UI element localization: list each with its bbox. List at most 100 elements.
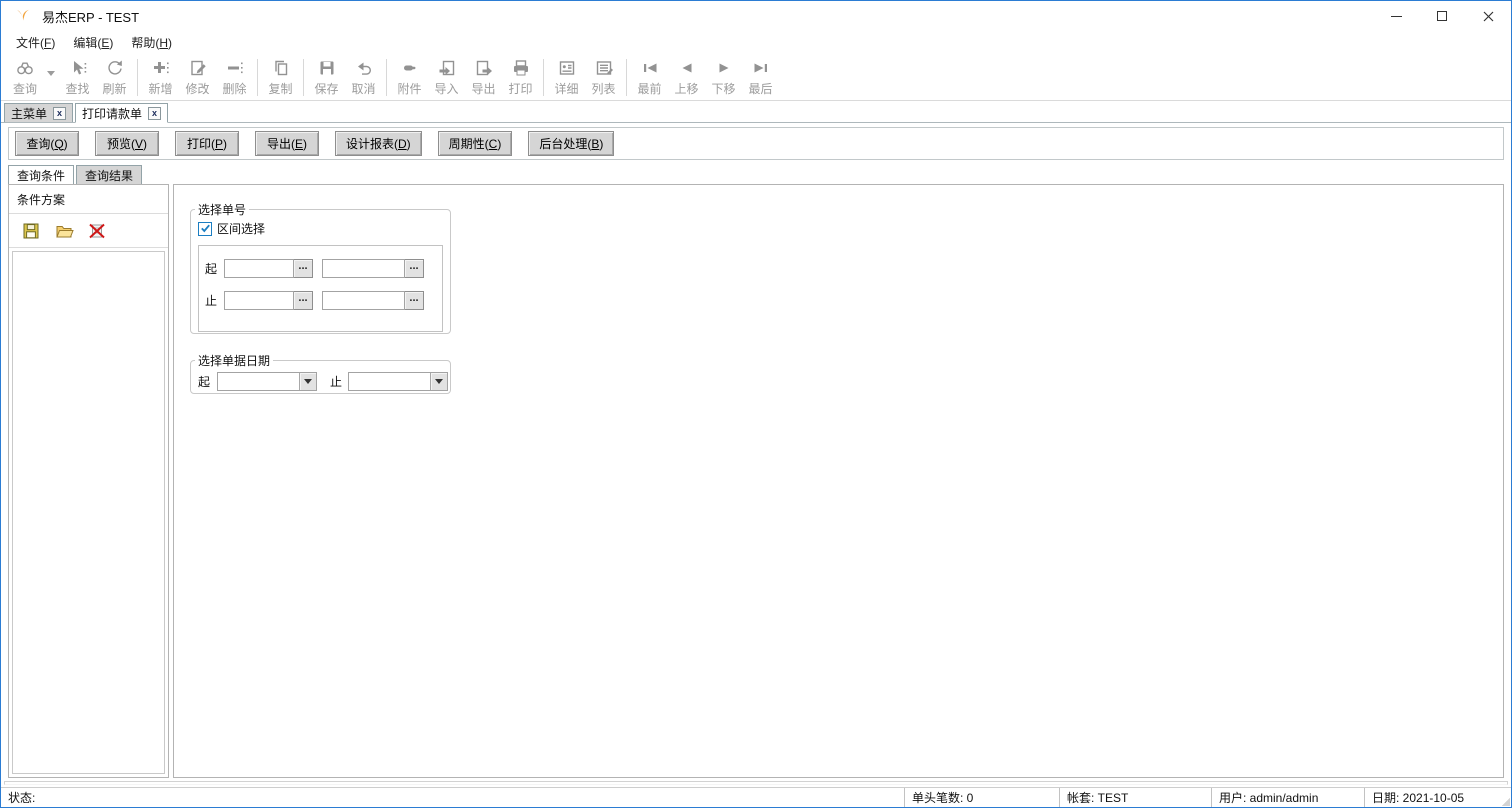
preview-button[interactable]: 预览(V) [95,131,159,156]
order-from-ellipsis-button-2[interactable]: ... [405,259,424,278]
chevron-down-icon [435,379,444,384]
status-divider [4,781,1508,785]
to-label: 止 [205,294,218,308]
toolbar-separator [386,59,387,96]
toolbar-save-button[interactable]: 保存 [308,58,345,97]
date-from-dropdown-button[interactable] [299,373,316,390]
date-from-label: 起 [198,375,211,389]
edit-icon [188,58,208,78]
toolbar-separator [543,59,544,96]
menu-file[interactable]: 文件(F) [7,32,64,53]
list-icon [594,58,614,78]
range-select-checkbox[interactable] [198,221,212,236]
background-process-button[interactable]: 后台处理(B) [528,131,615,156]
date-status: 日期: 2021-10-05 [1364,788,1511,807]
save-scheme-button[interactable] [21,221,41,241]
order-from-input-1[interactable] [224,259,294,278]
app-window: 易杰ERP - TEST 文件(F) 编辑(E) 帮助(H) 查询 查找 刷新 … [0,0,1512,808]
resize-grip[interactable] [1502,798,1510,806]
delete-scheme-button[interactable] [87,221,107,241]
last-icon [751,58,771,78]
export-button[interactable]: 导出(E) [255,131,319,156]
print-icon [511,58,531,78]
order-from-input-2[interactable] [322,259,405,278]
menu-edit[interactable]: 编辑(E) [64,32,122,53]
toolbar-separator [257,59,258,96]
order-to-ellipsis-button-1[interactable]: ... [294,291,313,310]
delete-icon [225,58,245,78]
date-to-dropdown-button[interactable] [430,373,448,390]
query-condition-panel: 选择单号 区间选择 起 ... ... 止 ... ... 选择单据日期 起 止 [173,184,1504,778]
tab-print-payment-request[interactable]: 打印请款单 x [75,103,169,123]
from-label: 起 [205,262,218,276]
toolbar: 查询 查找 刷新 新增 修改 删除 复制 保存 取消 附件 导入 导出 打印 详… [1,53,1511,101]
tab-main-menu[interactable]: 主菜单 x [4,103,74,122]
toolbar-separator [303,59,304,96]
menu-help[interactable]: 帮助(H) [122,32,181,53]
condition-scheme-list[interactable] [12,251,165,774]
condition-tabstrip: 查询条件 查询结果 [8,164,144,185]
date-from-select[interactable] [217,372,317,391]
toolbar-refresh-button[interactable]: 刷新 [96,58,133,97]
chevron-down-icon [47,71,55,76]
chevron-down-icon [304,379,312,384]
print-button[interactable]: 打印(P) [175,131,239,156]
toolbar-last-button[interactable]: 最后 [742,58,779,97]
toolbar-query-button[interactable]: 查询 [7,58,43,97]
toolbar-modify-button[interactable]: 修改 [179,58,216,97]
first-icon [640,58,660,78]
toolbar-find-button[interactable]: 查找 [59,58,96,97]
toolbar-detail-button[interactable]: 详细 [548,58,585,97]
close-button[interactable] [1465,1,1511,31]
attachment-icon [400,58,420,78]
maximize-icon [1437,11,1447,21]
order-to-input-1[interactable] [224,291,294,310]
tab-query-results[interactable]: 查询结果 [76,165,143,184]
order-number-group-legend: 选择单号 [198,203,247,217]
check-icon [200,224,210,233]
toolbar-copy-button[interactable]: 复制 [262,58,299,97]
order-to-input-2[interactable] [322,291,405,310]
toolbar-import-button[interactable]: 导入 [428,58,465,97]
toolbar-export-button[interactable]: 导出 [465,58,502,97]
tab-main-menu-close-button[interactable]: x [53,106,67,120]
menubar: 文件(F) 编辑(E) 帮助(H) [1,31,1511,53]
range-select-label: 区间选择 [217,222,266,236]
order-range-box: 起 ... ... 止 ... ... [198,245,443,332]
date-to-select[interactable] [348,372,449,391]
window-title: 易杰ERP - TEST [42,9,140,25]
condition-scheme-title: 条件方案 [9,185,168,214]
refresh-icon [105,58,125,78]
toolbar-separator [626,59,627,96]
detail-icon [557,58,577,78]
account-set-status: 帐套: TEST [1059,788,1211,807]
tab-print-payment-request-close-button[interactable]: x [148,106,162,120]
toolbar-add-button[interactable]: 新增 [142,58,179,97]
periodic-button[interactable]: 周期性(C) [437,131,513,156]
toolbar-cancel-button[interactable]: 取消 [345,58,382,97]
order-from-ellipsis-button-1[interactable]: ... [294,259,313,278]
toolbar-move-up-button[interactable]: 上移 [668,58,705,97]
open-scheme-button[interactable] [54,221,74,241]
minimize-icon [1390,15,1402,17]
toolbar-attachment-button[interactable]: 附件 [391,58,428,97]
toolbar-print-button[interactable]: 打印 [502,58,539,97]
query-dropdown-button[interactable] [43,58,59,76]
toolbar-move-down-button[interactable]: 下移 [705,58,742,97]
condition-scheme-panel: 条件方案 [8,184,169,778]
toolbar-first-button[interactable]: 最前 [631,58,668,97]
order-to-ellipsis-button-2[interactable]: ... [405,291,424,310]
order-date-group-legend: 选择单据日期 [198,354,271,368]
design-report-button[interactable]: 设计报表(D) [335,131,422,156]
status-label: 状态: [8,791,36,805]
toolbar-list-button[interactable]: 列表 [585,58,622,97]
minimize-button[interactable] [1373,1,1419,31]
maximize-button[interactable] [1419,1,1465,31]
tab-query-conditions[interactable]: 查询条件 [8,165,75,185]
toolbar-delete-button[interactable]: 删除 [216,58,253,97]
undo-icon [354,58,374,78]
window-controls [1373,1,1511,31]
doc-count-status: 单头笔数: 0 [904,788,1059,807]
document-tabstrip: 主菜单 x 打印请款单 x [1,101,1511,123]
query-button[interactable]: 查询(Q) [15,131,79,156]
